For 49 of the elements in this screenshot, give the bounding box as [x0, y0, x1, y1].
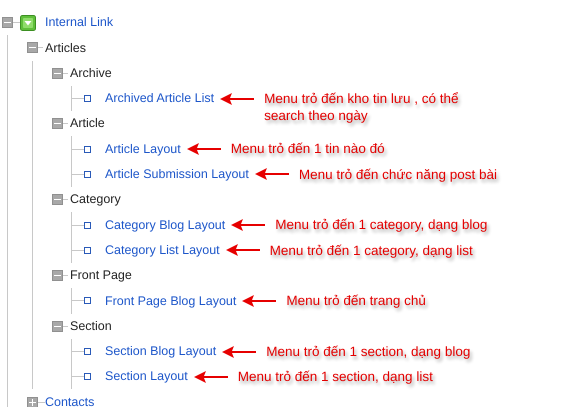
menu-item-link[interactable]: Category List Layout: [105, 240, 220, 260]
tree-label[interactable]: Article: [70, 114, 105, 134]
annotation-note: Menu trỏ đến kho tin lưu , có thể search theo ngày: [264, 90, 460, 124]
tree-link[interactable]: Internal Link: [45, 13, 114, 32]
annotation-note: Menu trỏ đến 1 section, dạng list: [238, 368, 433, 386]
menu-item-link[interactable]: Article Submission Layout: [105, 165, 249, 184]
annotation-note: Menu trỏ đến 1 category, dạng blog: [275, 216, 488, 234]
arrow: [194, 370, 228, 383]
menu-item-icon: [84, 373, 91, 380]
menu-item-link[interactable]: Archived Article List: [105, 89, 214, 108]
menu-item-link[interactable]: Article Layout: [105, 140, 181, 158]
menu-item-link[interactable]: Section Blog Layout: [105, 342, 216, 361]
arrow: [226, 244, 260, 256]
arrow: [231, 219, 266, 232]
tree-link[interactable]: Contacts: [45, 392, 94, 407]
arrow: [242, 294, 276, 307]
annotation-note: Menu trỏ đến 1 tin nào đó: [230, 140, 385, 158]
tree-label[interactable]: Articles: [45, 38, 86, 58]
expand-toggle[interactable]: [27, 42, 38, 54]
expand-toggle[interactable]: [52, 194, 63, 206]
expand-toggle[interactable]: [52, 320, 63, 332]
annotation-note: Menu trỏ đến 1 section, dạng blog: [266, 342, 470, 360]
arrow: [220, 92, 254, 105]
annotation-note: Menu trỏ đến 1 category, dạng list: [270, 242, 473, 259]
down-arrow-icon: [20, 14, 36, 31]
annotation-note: Menu trỏ đến trang chủ: [286, 292, 426, 310]
annotation-note: Menu trỏ đến chức năng post bài: [298, 166, 497, 183]
expand-toggle[interactable]: [52, 68, 63, 79]
arrow: [254, 168, 289, 180]
arrow: [222, 346, 256, 358]
menu-item-icon: [84, 222, 91, 229]
menu-item-icon: [84, 95, 91, 102]
tree-label[interactable]: Category: [70, 190, 121, 210]
tree-label[interactable]: Archive: [70, 64, 112, 83]
expand-toggle[interactable]: [2, 17, 13, 28]
menu-item-link[interactable]: Front Page Blog Layout: [105, 292, 236, 310]
tree-label[interactable]: Section: [70, 316, 112, 336]
menu-item-icon: [84, 297, 91, 304]
expand-toggle[interactable]: [52, 118, 63, 130]
tree-label[interactable]: Front Page: [70, 266, 132, 285]
arrow: [186, 143, 221, 156]
menu-item-link[interactable]: Section Layout: [105, 367, 188, 386]
menu-item-icon: [84, 246, 91, 254]
menu-item-link[interactable]: Category Blog Layout: [105, 216, 226, 234]
expand-toggle[interactable]: [27, 396, 38, 407]
menu-item-icon: [84, 348, 91, 355]
menu-item-icon: [84, 170, 91, 178]
menu-item-icon: [84, 146, 91, 153]
expand-toggle[interactable]: [52, 270, 63, 282]
